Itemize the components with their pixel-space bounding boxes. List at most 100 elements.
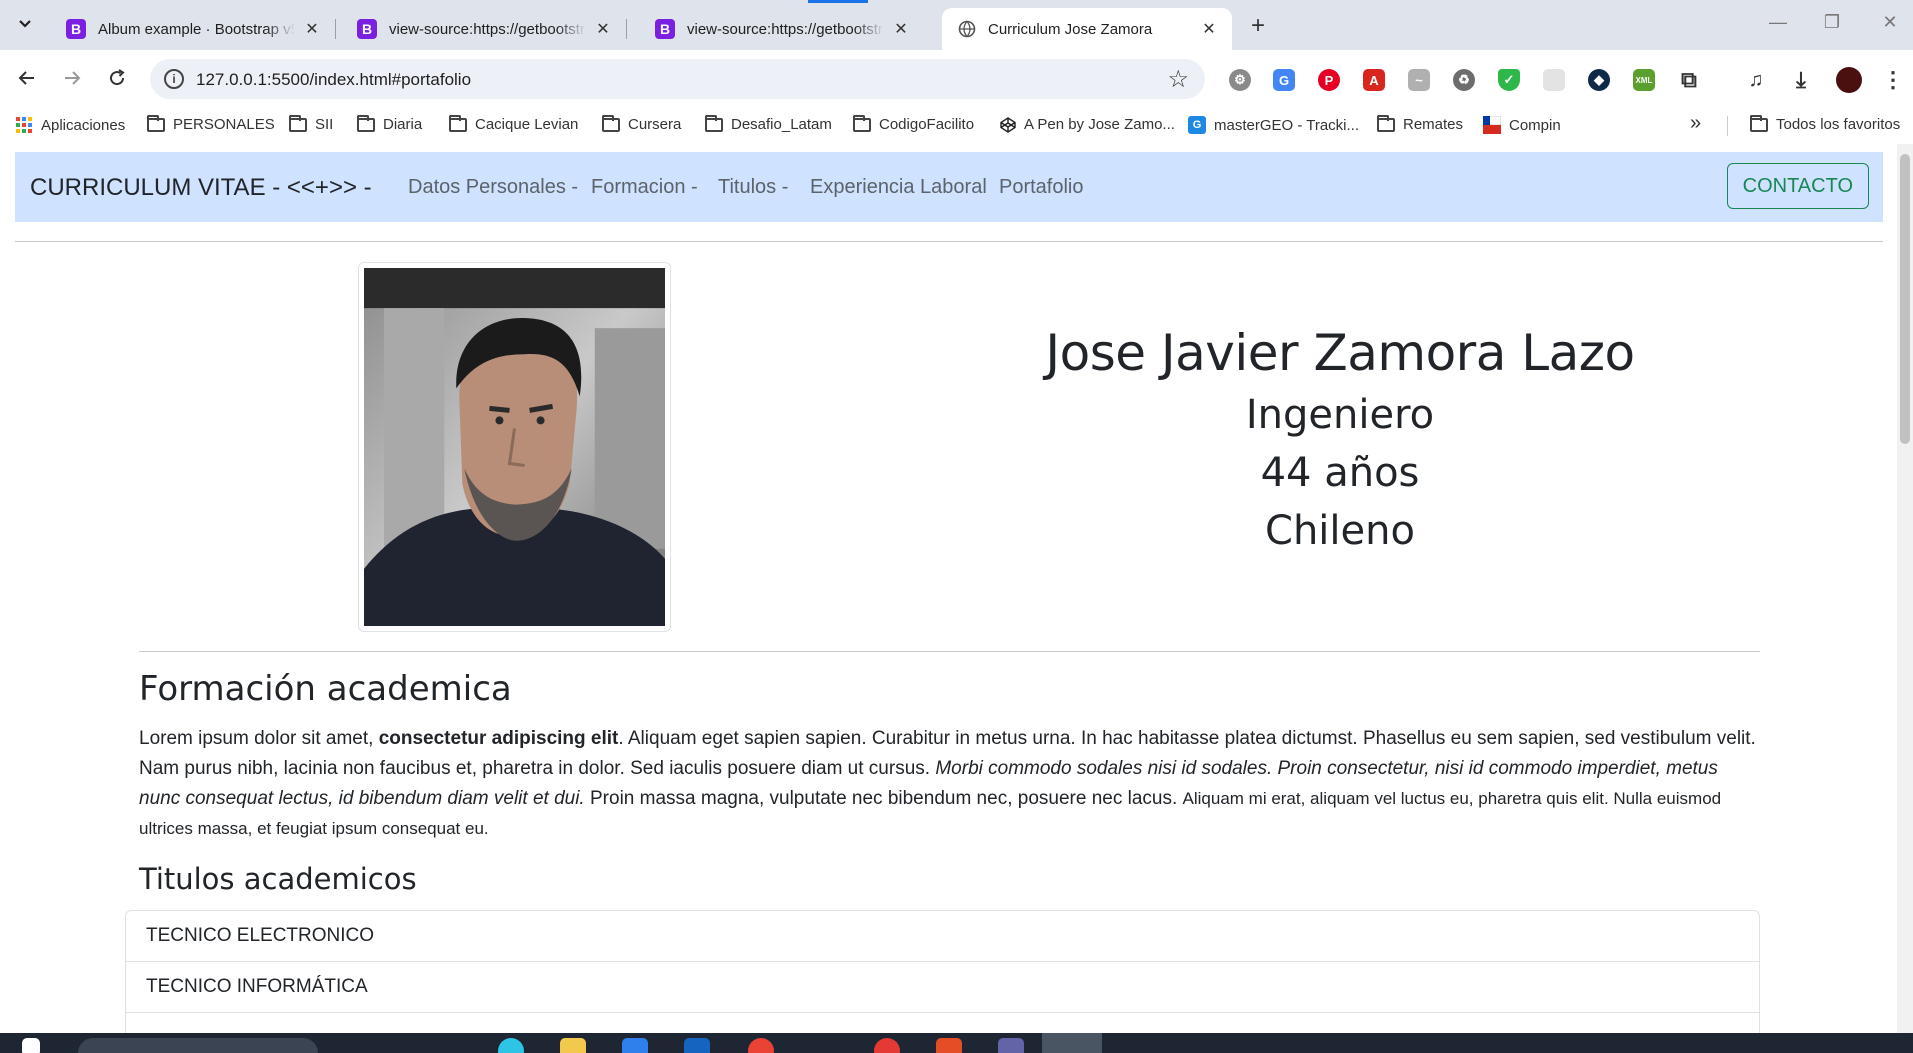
bookmark-cursera[interactable]: Cursera [602, 114, 682, 133]
nav-link-datos-personales[interactable]: Datos Personales - [408, 176, 578, 199]
scrollbar-thumb[interactable] [1900, 154, 1910, 444]
folder-icon [1377, 114, 1395, 132]
site-info-icon[interactable]: i [164, 69, 184, 89]
close-icon[interactable]: ✕ [303, 20, 321, 38]
translate-extension-icon[interactable]: G [1273, 69, 1295, 91]
outlook-taskbar-icon[interactable] [684, 1038, 710, 1053]
section-divider [139, 651, 1760, 652]
close-window-button[interactable]: ✕ [1870, 12, 1910, 33]
taskbar-search-box[interactable] [78, 1038, 318, 1053]
address-bar[interactable]: i 127.0.0.1:5500/index.html#portafolio ☆ [150, 59, 1205, 99]
bookmark-label: PERSONALES [173, 116, 275, 133]
profile-nationality: Chileno [1265, 508, 1415, 554]
bookmark-label: Remates [1403, 116, 1464, 133]
close-icon[interactable]: ✕ [1200, 20, 1218, 38]
explorer-taskbar-icon[interactable] [560, 1038, 586, 1053]
divider [15, 241, 1883, 242]
codepen-icon [1000, 116, 1016, 133]
site-navbar: CURRICULUM VITAE - <<+>> - Datos Persona… [15, 152, 1883, 222]
close-icon[interactable]: ✕ [594, 20, 612, 38]
puzzle-extensions-icon[interactable]: ⧉ [1678, 67, 1700, 92]
pinterest-extension-icon[interactable]: P [1318, 69, 1340, 91]
formacion-paragraph: Lorem ipsum dolor sit amet, consectetur … [139, 724, 1759, 844]
nav-link-portafolio[interactable]: Portafolio [999, 176, 1084, 199]
nav-link-experiencia-laboral[interactable]: Experiencia Laboral [810, 176, 987, 199]
bookmark-star-icon[interactable]: ☆ [1167, 65, 1189, 94]
tab-view-source-1[interactable]: B view-source:https://getbootstrap.com ✕ [341, 8, 627, 50]
bookmark-compin[interactable]: Compin [1483, 116, 1561, 134]
nav-link-titulos[interactable]: Titulos - [718, 176, 788, 199]
contact-button[interactable]: CONTACTO [1726, 163, 1869, 209]
bookmark-codepen[interactable]: A Pen by Jose Zamo... [1000, 116, 1175, 133]
active-app-taskbar-icon[interactable] [1042, 1033, 1102, 1053]
bookmark-label: Compin [1509, 116, 1561, 134]
tab-search-button[interactable] [10, 9, 40, 39]
tab-album-example[interactable]: B Album example · Bootstrap v5.3 ✕ [50, 8, 336, 50]
shield-extension-icon[interactable]: ✓ [1498, 69, 1520, 91]
globe-icon [958, 20, 976, 38]
nav-link-formacion[interactable]: Formacion - [591, 176, 698, 199]
tab-curriculum[interactable]: Curriculum Jose Zamora ✕ [942, 8, 1232, 50]
download-icon[interactable]: ⤓ [1790, 67, 1812, 92]
hex-extension-icon[interactable]: ◆ [1588, 69, 1610, 91]
opera-taskbar-icon[interactable] [874, 1038, 900, 1053]
bookmark-mastergeo[interactable]: GmasterGEO - Tracki... [1188, 116, 1359, 134]
bookmark-label: Aplicaciones [41, 116, 126, 134]
bookmark-cacique-levian[interactable]: Cacique Levian [449, 114, 578, 133]
bookmark-aplicaciones[interactable]: Aplicaciones [15, 116, 125, 134]
chevron-down-icon [19, 20, 31, 28]
bookmark-personales[interactable]: PERSONALES [147, 114, 275, 133]
bookmark-codigofacilito[interactable]: CodigoFacilito [853, 114, 974, 133]
bookmark-sii[interactable]: SII [289, 114, 333, 133]
html5-taskbar-icon[interactable] [936, 1038, 962, 1053]
paragraph-text: Lorem ipsum dolor sit amet, [139, 728, 379, 749]
bootstrap-favicon-icon: B [357, 19, 377, 39]
edge-taskbar-icon[interactable] [498, 1038, 524, 1053]
xml-extension-icon[interactable]: XML [1633, 69, 1655, 91]
bookmark-label: Diaria [383, 116, 423, 133]
tab-title: view-source:https://getbootstrap.com [687, 20, 884, 38]
bookmarks-bar: Aplicaciones PERSONALES SII Diaria Caciq… [0, 108, 1913, 144]
navbar-brand[interactable]: CURRICULUM VITAE - <<+>> - [30, 174, 372, 202]
profile-age: 44 años [1260, 450, 1420, 496]
bookmarks-divider [1727, 116, 1728, 136]
reload-button[interactable] [102, 63, 132, 93]
bookmark-remates[interactable]: Remates [1377, 114, 1464, 133]
minimize-button[interactable]: — [1758, 12, 1798, 33]
loading-indicator [808, 0, 868, 3]
back-button[interactable] [12, 63, 42, 93]
page-scrollbar[interactable] [1897, 144, 1913, 1036]
media-control-icon[interactable]: ♫ [1745, 69, 1767, 91]
windows-start-icon[interactable] [22, 1038, 40, 1053]
teams-taskbar-icon[interactable] [998, 1038, 1024, 1053]
blank-extension-icon[interactable] [1543, 69, 1565, 91]
profile-avatar[interactable] [1836, 67, 1862, 93]
more-menu-icon[interactable]: ⋮ [1882, 67, 1904, 92]
forward-button[interactable] [57, 63, 87, 93]
chrome-taskbar-icon[interactable] [748, 1038, 774, 1053]
folder-icon [147, 114, 165, 132]
restore-button[interactable]: ❐ [1812, 12, 1852, 33]
bookmark-label: Cursera [628, 116, 682, 133]
bookmark-desafio-latam[interactable]: Desafio_Latam [705, 114, 832, 133]
profile-profession: Ingeniero [1245, 392, 1435, 438]
url-text[interactable]: 127.0.0.1:5500/index.html#portafolio [196, 70, 471, 90]
vscode-taskbar-icon[interactable] [622, 1038, 648, 1053]
new-tab-button[interactable]: + [1243, 12, 1273, 40]
bookmark-diaria[interactable]: Diaria [357, 114, 423, 133]
feather-extension-icon[interactable]: ~ [1408, 69, 1430, 91]
geo-icon: G [1188, 116, 1206, 134]
pdf-extension-icon[interactable]: A [1363, 69, 1385, 91]
list-item: TECNICO INFORMÁTICA [126, 962, 1759, 1013]
close-icon[interactable]: ✕ [892, 20, 910, 38]
tab-view-source-2[interactable]: B view-source:https://getbootstrap.com ✕ [639, 8, 924, 50]
list-item: TECNICO ELECTRONICO [126, 911, 1759, 962]
folder-icon [449, 114, 467, 132]
portrait-photo-icon [364, 268, 665, 626]
os-taskbar [0, 1033, 1913, 1053]
tab-title: Album example · Bootstrap v5.3 [98, 20, 295, 38]
more-bookmarks-button[interactable]: » [1690, 112, 1701, 135]
bookmark-todos-los-favoritos[interactable]: Todos los favoritos [1750, 114, 1900, 133]
settings-extension-icon[interactable]: ⚙ [1229, 69, 1251, 91]
recycle-extension-icon[interactable]: ♻ [1453, 69, 1475, 91]
